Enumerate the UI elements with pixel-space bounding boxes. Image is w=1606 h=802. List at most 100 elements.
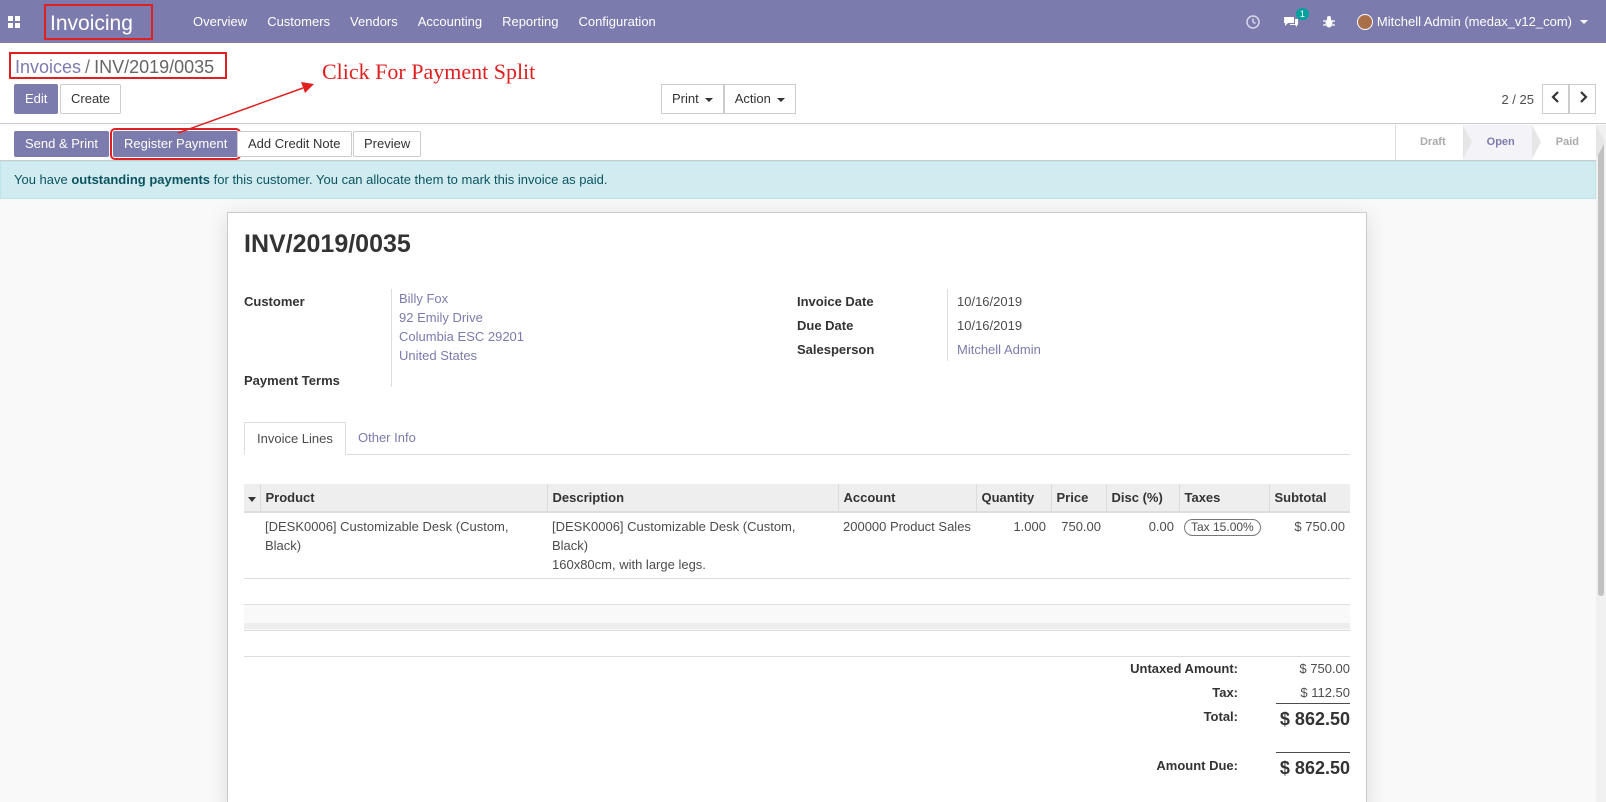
col-quantity[interactable]: Quantity — [975, 484, 1051, 513]
user-avatar[interactable] — [1356, 13, 1373, 30]
menu-reporting[interactable]: Reporting — [502, 14, 558, 29]
col-account[interactable]: Account — [837, 484, 976, 513]
stage-draft: Draft — [1395, 125, 1472, 160]
alert-suffix: for this customer. You can allocate them… — [210, 172, 608, 187]
messaging-chat-icon[interactable]: 1 — [1281, 7, 1309, 32]
cell-price: 750.00 — [1051, 512, 1106, 579]
cell-product: [DESK0006] Customizable Desk (Custom, Bl… — [260, 512, 547, 579]
empty-row — [244, 578, 1350, 605]
total-separator — [1276, 703, 1350, 704]
invoice-sheet: INV/2019/0035 Customer Billy Fox 92 Emil… — [227, 212, 1367, 802]
customer-address: Billy Fox 92 Emily Drive Columbia ESC 29… — [399, 289, 524, 365]
total-label: Total: — [1203, 709, 1238, 724]
cell-subtotal: $ 750.00 — [1269, 512, 1350, 579]
breadcrumb-current: INV/2019/0035 — [94, 57, 215, 77]
sort-caret-icon — [248, 497, 256, 502]
send-print-button[interactable]: Send & Print — [14, 131, 109, 157]
invoice-number-title: INV/2019/0035 — [244, 230, 411, 258]
menu-overview[interactable]: Overview — [193, 14, 247, 29]
col-subtotal[interactable]: Subtotal — [1268, 484, 1350, 513]
col-discount[interactable]: Disc (%) — [1105, 484, 1179, 513]
chat-badge: 1 — [1295, 7, 1309, 20]
breadcrumb-separator: / — [85, 57, 91, 77]
col-description[interactable]: Description — [546, 484, 838, 513]
customer-divider — [391, 289, 392, 387]
status-stages: Draft Open Paid — [1394, 125, 1606, 160]
amount-due-separator — [1276, 752, 1350, 753]
salesperson-label: Salesperson — [797, 342, 875, 357]
menu-customers[interactable]: Customers — [267, 14, 330, 29]
description-line-2: 160x80cm, with large legs. — [552, 557, 706, 572]
top-navbar: Invoicing Overview Customers Vendors Acc… — [0, 0, 1606, 43]
due-date-value: 10/16/2019 — [957, 318, 1023, 333]
scrollbar-thumb[interactable] — [1598, 141, 1604, 596]
tab-invoice-lines[interactable]: Invoice Lines — [244, 422, 346, 455]
col-product[interactable]: Product — [259, 484, 547, 513]
alert-prefix: You have — [14, 172, 72, 187]
untaxed-label: Untaxed Amount: — [1130, 661, 1238, 676]
breadcrumb-invoices[interactable]: Invoices — [15, 57, 81, 77]
cell-taxes: Tax 15.00% — [1179, 512, 1269, 579]
add-credit-note-button[interactable]: Add Credit Note — [237, 131, 352, 157]
customer-name-link[interactable]: Billy Fox — [399, 289, 524, 308]
pager-value[interactable]: 2 / 25 — [1501, 92, 1534, 107]
total-value: $ 862.50 — [1279, 709, 1350, 729]
salesperson-link[interactable]: Mitchell Admin — [957, 342, 1041, 357]
pager-previous-button[interactable] — [1542, 84, 1569, 114]
empty-row — [244, 630, 1350, 657]
preview-button[interactable]: Preview — [353, 131, 422, 157]
table-row[interactable]: [DESK0006] Customizable Desk (Custom, Bl… — [244, 512, 1350, 579]
action-caret-icon — [776, 97, 785, 102]
due-date-label: Due Date — [797, 318, 854, 333]
col-price[interactable]: Price — [1050, 484, 1106, 513]
form-statusbar: Send & Print Register Payment Add Credit… — [0, 125, 1606, 161]
control-panel: Invoices / INV/2019/0035 Click For Payment… — [0, 43, 1606, 124]
row-handle — [244, 512, 260, 579]
customer-street: 92 Emily Drive — [399, 310, 483, 325]
debug-bug-icon[interactable] — [1319, 12, 1339, 32]
register-payment-button[interactable]: Register Payment — [109, 128, 242, 160]
app-brand[interactable]: Invoicing — [44, 3, 153, 40]
dates-divider — [947, 289, 948, 361]
pager-next-button[interactable] — [1569, 84, 1596, 114]
menu-configuration[interactable]: Configuration — [578, 14, 655, 29]
amount-due-label: Amount Due: — [1156, 758, 1238, 773]
edit-button[interactable]: Edit — [14, 84, 59, 114]
alert-outstanding-link: outstanding payments — [71, 172, 211, 187]
tab-other-info[interactable]: Other Info — [346, 422, 428, 455]
print-label: Print — [672, 91, 699, 106]
print-caret-icon — [704, 97, 713, 102]
pager: 2 / 25 — [1501, 84, 1596, 114]
annotation-label: Click For Payment Split — [322, 59, 536, 84]
cell-account: 200000 Product Sales — [838, 512, 976, 579]
table-footer — [244, 623, 1350, 629]
outstanding-payments-alert: You have outstanding payments for this c… — [0, 161, 1596, 199]
chevron-left-icon — [1550, 91, 1559, 103]
menu-accounting[interactable]: Accounting — [418, 14, 482, 29]
invoice-lines-table: Product Description Account Quantity Pri… — [244, 484, 1350, 657]
cell-description: [DESK0006] Customizable Desk (Custom, Bl… — [547, 512, 838, 579]
payment-terms-label: Payment Terms — [244, 373, 340, 388]
description-line-1: [DESK0006] Customizable Desk (Custom, Bl… — [552, 519, 796, 553]
invoice-date-label: Invoice Date — [797, 294, 874, 309]
chevron-right-icon — [1579, 91, 1588, 103]
apps-menu-icon[interactable] — [0, 0, 28, 43]
activity-clock-icon[interactable] — [1243, 12, 1263, 32]
action-dropdown-button[interactable]: Action — [723, 84, 796, 114]
navbar-systray: 1 Mitchell Admin (medax_v12_com) — [1243, 0, 1606, 43]
user-menu-name[interactable]: Mitchell Admin (medax_v12_com) — [1377, 14, 1572, 29]
create-button[interactable]: Create — [60, 84, 122, 114]
user-menu-caret-icon[interactable] — [1580, 19, 1588, 24]
menu-vendors[interactable]: Vendors — [350, 14, 398, 29]
print-action-group: Print Action — [661, 84, 796, 114]
stage-paid: Paid — [1531, 125, 1606, 160]
col-taxes[interactable]: Taxes — [1178, 484, 1269, 513]
sort-toggle[interactable] — [244, 484, 260, 513]
table-header-row: Product Description Account Quantity Pri… — [244, 484, 1350, 513]
untaxed-value: $ 750.00 — [1299, 661, 1350, 676]
print-dropdown-button[interactable]: Print — [661, 84, 724, 114]
tax-tag-badge: Tax 15.00% — [1184, 519, 1261, 536]
action-label: Action — [734, 91, 771, 106]
vertical-scrollbar[interactable] — [1596, 125, 1606, 802]
stage-open: Open — [1462, 125, 1541, 160]
